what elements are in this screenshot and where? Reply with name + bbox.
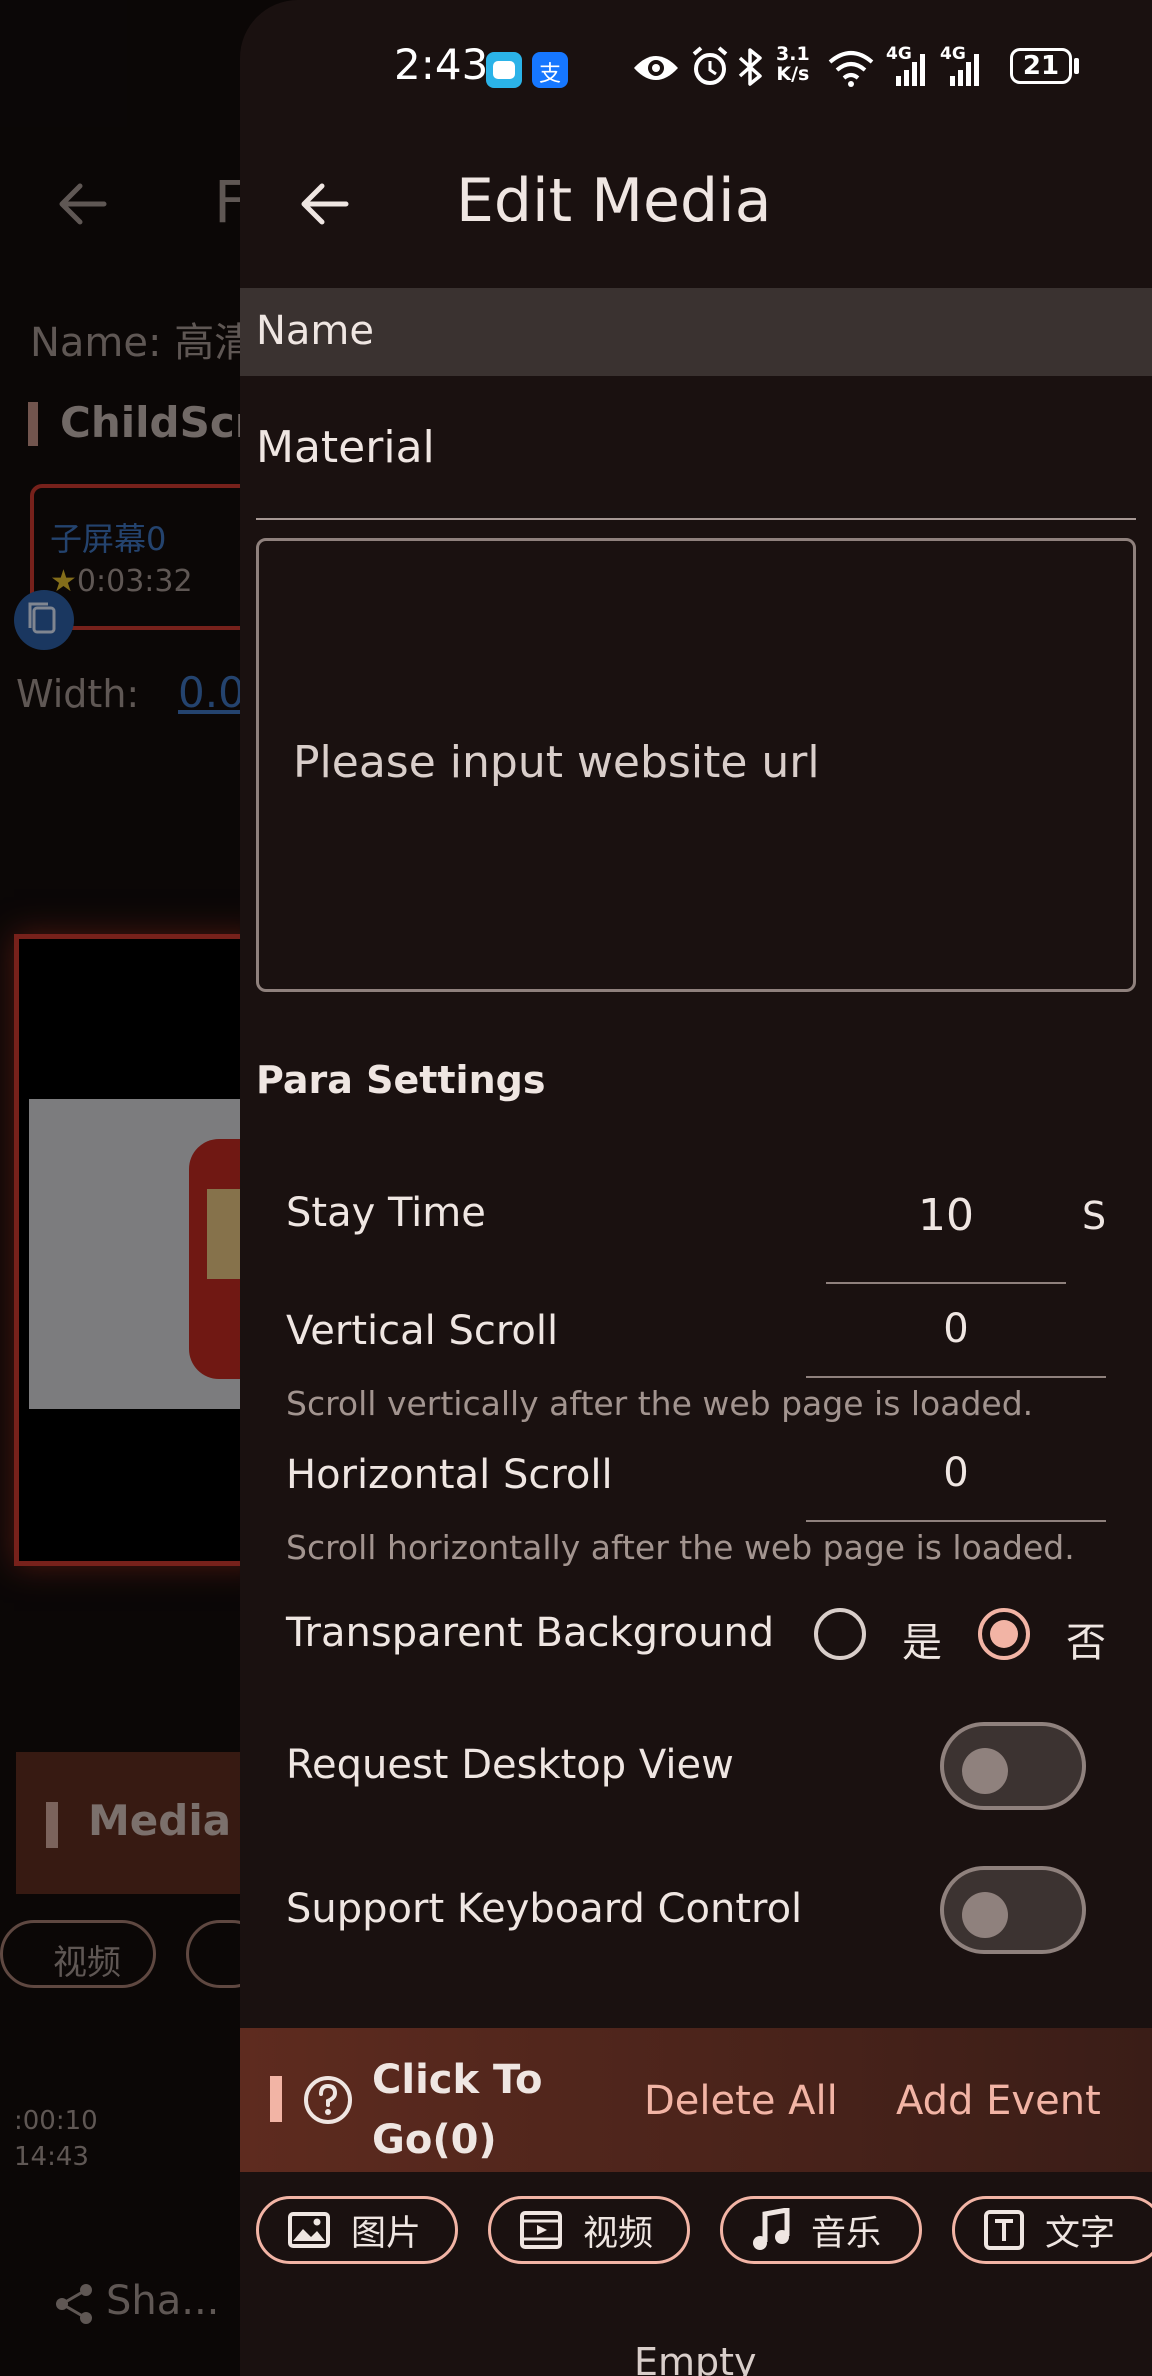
text-icon <box>984 2210 1024 2250</box>
chip-music-label: 音乐 <box>811 2213 882 2254</box>
bg-media-bar: Media in <box>16 1752 290 1894</box>
chip-text-label: 文字 <box>1045 2213 1116 2254</box>
chip-video-label: 视频 <box>583 2213 654 2254</box>
click-to-go-title: Click To Go(0) <box>372 2057 543 2163</box>
bg-time-b: 14:43 <box>14 2142 89 2172</box>
bg-time-a: :00:10 <box>14 2106 98 2136</box>
chip-music[interactable]: 音乐 <box>720 2196 922 2264</box>
stay-time-input[interactable]: 10 <box>826 1190 1066 1241</box>
vertical-scroll-label: Vertical Scroll <box>286 1308 559 1354</box>
delete-all-button[interactable]: Delete All <box>644 2078 838 2124</box>
chip-image[interactable]: 图片 <box>256 2196 458 2264</box>
vertical-scroll-hint: Scroll vertically after the web page is … <box>286 1384 1034 1423</box>
horizontal-scroll-input[interactable]: 0 <box>806 1450 1106 1496</box>
net-speed: 3.1 K/s <box>776 43 810 85</box>
chat-app-icon <box>486 52 522 88</box>
bg-share-icon[interactable] <box>52 2282 96 2326</box>
status-time: 2:43 <box>394 40 489 89</box>
desktop-view-label: Request Desktop View <box>286 1742 734 1788</box>
url-input[interactable]: Please input website url <box>256 538 1136 992</box>
desktop-view-toggle[interactable] <box>940 1722 1086 1810</box>
radio-no-label: 否 <box>1066 1620 1106 1666</box>
keyboard-control-toggle[interactable] <box>940 1866 1086 1954</box>
vertical-scroll-input[interactable]: 0 <box>806 1306 1106 1352</box>
signal-strength-1-icon <box>896 54 925 86</box>
url-input-placeholder: Please input website url <box>293 737 820 788</box>
transparent-background-label: Transparent Background <box>286 1610 775 1656</box>
music-note-icon <box>753 2208 790 2250</box>
bg-width-value[interactable]: 0.0 <box>178 668 245 717</box>
name-field[interactable]: Material <box>256 422 435 473</box>
back-arrow-icon[interactable] <box>298 178 350 230</box>
eye-icon <box>634 56 678 80</box>
wifi-icon <box>828 51 874 87</box>
bg-back-arrow-icon <box>59 183 107 225</box>
horizontal-scroll-label: Horizontal Scroll <box>286 1452 613 1498</box>
image-icon <box>288 2212 330 2248</box>
page-title: Edit Media <box>456 166 772 236</box>
empty-label: Empty <box>634 2340 757 2376</box>
chip-image-label: 图片 <box>351 2213 422 2254</box>
events-bar: Click To Go(0) Delete All Add Event <box>240 2028 1152 2172</box>
battery-icon: 21 <box>1010 48 1072 84</box>
bg-preview-image <box>29 1099 269 1409</box>
name-section-header: Name <box>240 288 1152 376</box>
video-icon <box>520 2211 562 2249</box>
keyboard-control-label: Support Keyboard Control <box>286 1886 803 1932</box>
bg-child-card-name: 子屏幕0 <box>50 520 167 558</box>
add-event-button[interactable]: Add Event <box>896 2078 1101 2124</box>
stay-time-unit: S <box>1082 1194 1107 1238</box>
alarm-icon <box>692 46 728 85</box>
bg-copy-icon[interactable] <box>14 590 74 650</box>
bg-width-label: Width: <box>16 672 140 716</box>
bg-chip-video[interactable]: 视频 <box>0 1920 156 1988</box>
bg-preview-frame <box>14 934 269 1566</box>
bg-section-marker <box>28 402 38 446</box>
radio-no[interactable] <box>978 1608 1030 1660</box>
stay-time-label: Stay Time <box>286 1190 486 1236</box>
alipay-icon: 支 <box>532 52 568 88</box>
signal-strength-2-icon <box>950 54 979 86</box>
edit-media-drawer: 2:43 支 3.1 K/s 4G 4G 21 Edit Media Name M… <box>240 0 1152 2376</box>
radio-yes-label: 是 <box>902 1620 942 1666</box>
events-bar-marker <box>270 2076 282 2122</box>
chip-text[interactable]: 文字 <box>952 2196 1152 2264</box>
chip-video[interactable]: 视频 <box>488 2196 690 2264</box>
bg-share-label[interactable]: Sha... <box>106 2278 219 2324</box>
bg-name-label: Name: 高清 <box>30 320 255 366</box>
horizontal-scroll-hint: Scroll horizontally after the web page i… <box>286 1528 1075 1567</box>
para-settings-title: Para Settings <box>256 1058 546 1102</box>
name-section-label: Name <box>256 308 375 354</box>
help-icon[interactable] <box>302 2074 354 2126</box>
bluetooth-icon <box>738 48 762 86</box>
radio-yes[interactable] <box>814 1608 866 1660</box>
